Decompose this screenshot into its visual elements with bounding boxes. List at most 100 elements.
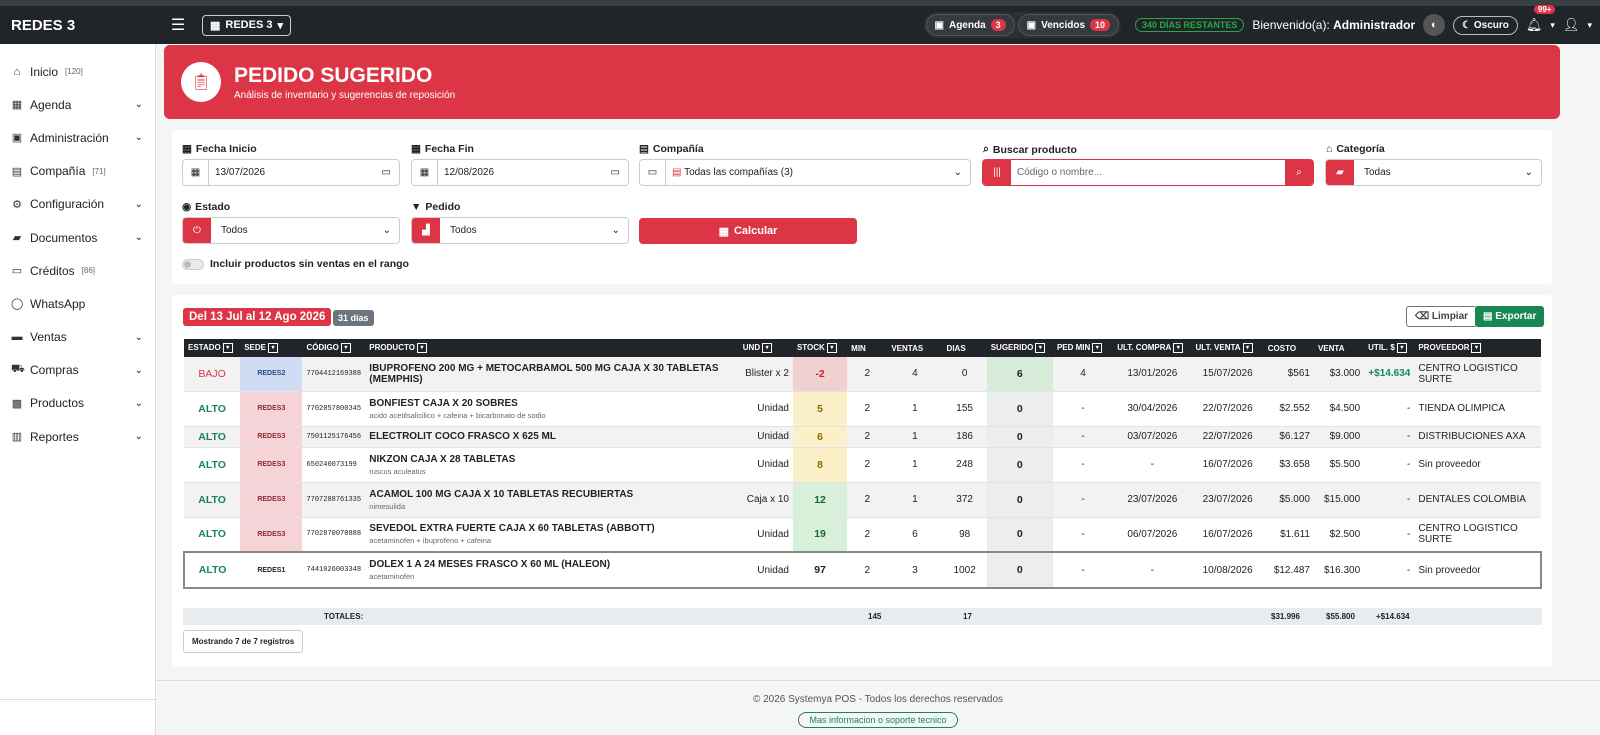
menu-toggle-icon[interactable]: ☰ [158,15,198,35]
filter-dropdown-icon[interactable]: ▾ [340,343,351,353]
table-row[interactable]: ALTO REDES3 650240073199 NIKZON CAJA X 2… [184,447,1541,483]
search-button-icon[interactable]: ⌕ [1285,160,1313,185]
user-icon[interactable]: 👤︎ [1563,17,1580,33]
table-row[interactable]: BAJO REDES2 7704412169388 IBUPROFENO 200… [184,357,1541,392]
filter-dropdown-icon[interactable]: ▾ [1035,343,1046,353]
column-header[interactable]: CÓDIGO ▾ [302,339,366,357]
categoria-select[interactable]: ▰ Todas ⌄ [1325,159,1542,186]
estado-select[interactable]: ⏻ Todos ⌄ [182,217,400,244]
table-row[interactable]: ALTO REDES3 7707288761335 ACAMOL 100 MG … [184,482,1541,518]
compania-label: ▤ Compañía [639,143,704,155]
filter-dropdown-icon[interactable]: ▾ [826,343,837,353]
compania-select[interactable]: ▭ ▤ Todas las compañías (3) ⌄ [639,159,971,186]
table-row[interactable]: ALTO REDES3 7501125176456 ELECTROLIT COC… [184,426,1541,448]
sidebar-item-productos[interactable]: ▩ Productos ⌄ [0,387,155,420]
column-header[interactable]: ULT. VENTA ▾ [1191,339,1264,357]
sidebar-item-ventas[interactable]: ▬ Ventas ⌄ [0,321,155,354]
agenda-button[interactable]: ▣ Agenda 3 [925,14,1015,36]
column-header[interactable]: ESTADO ▾ [184,339,241,357]
calcular-button[interactable]: ▦ Calcular [639,218,857,244]
ult-venta-cell: 16/07/2026 [1191,517,1264,553]
clear-label: Limpiar [1431,311,1469,322]
table-row[interactable]: ALTO REDES3 7702057800345 BONFIEST CAJA … [184,391,1541,427]
include-no-sales-toggle[interactable] [182,259,204,270]
footer: © 2026 Systemya POS - Todos los derechos… [156,680,1600,735]
sugerido-cell: 0 [986,391,1053,427]
filter-dropdown-icon[interactable]: ▾ [1173,343,1184,353]
sidebar-item-administracion[interactable]: ▣ Administración ⌄ [0,121,155,154]
agenda-count-badge: 3 [990,19,1006,31]
filter-dropdown-icon[interactable]: ▾ [762,343,773,353]
filter-dropdown-icon[interactable]: ▾ [1242,343,1253,353]
filter-dropdown-icon[interactable]: ▾ [268,343,279,353]
folder-icon: ▰ [12,232,22,245]
brand-name[interactable]: REDES 3 [0,17,158,34]
filter-dropdown-icon[interactable]: ▾ [1471,343,1482,353]
date-picker-icon[interactable]: ▭ [611,167,628,178]
sidebar-item-documentos[interactable]: ▰ Documentos ⌄ [0,221,155,254]
column-header[interactable]: PED MIN ▾ [1052,339,1114,357]
producto-cell: ACAMOL 100 MG CAJA X 10 TABLETAS RECUBIE… [365,482,739,518]
export-button[interactable]: ▤ Exportar [1475,306,1545,327]
buscar-input[interactable]: ||| Código o nombre... ⌕ [982,159,1314,186]
column-header[interactable]: COSTO [1263,339,1314,357]
pedido-select[interactable]: ▟ Todos ⌄ [411,217,629,244]
clear-button[interactable]: ⌫ Limpiar [1406,306,1478,327]
filter-dropdown-icon[interactable]: ▾ [1396,343,1407,353]
filter-dropdown-icon[interactable]: ▾ [416,343,427,353]
sidebar-item-configuracion[interactable]: ⚙ Configuración ⌄ [0,188,155,221]
chevron-down-icon: ⌄ [134,232,143,244]
column-header[interactable]: ULT. COMPRA ▾ [1113,339,1192,357]
sidebar-item-whatsapp[interactable]: ◯ WhatsApp [0,287,155,320]
copyright-text: © 2026 Systemya POS - Todos los derechos… [752,694,1004,705]
column-header[interactable]: VENTA [1313,339,1365,357]
sidebar-item-label: WhatsApp [30,296,86,311]
palette-icon[interactable]: ◐ [1423,14,1446,36]
producto-cell: ELECTROLIT COCO FRASCO X 625 ML [365,426,739,448]
sede-cell: REDES3 [240,482,303,518]
sidebar-item-reportes[interactable]: ▥ Reportes ⌄ [0,420,155,453]
sidebar-item-inicio[interactable]: ⌂ Inicio [120] [0,55,155,88]
dark-mode-toggle[interactable]: ☾ Oscuro [1453,15,1518,35]
table-row[interactable]: ALTO REDES1 7441026003348 DOLEX 1 A 24 M… [182,551,1542,589]
ult-venta-cell: 15/07/2026 [1191,357,1264,392]
pedido-value: Todos [450,225,477,236]
sidebar-item-compras[interactable]: ⛟ Compras ⌄ [0,354,155,387]
column-header[interactable]: PROVEEDOR ▾ [1414,339,1541,357]
date-picker-icon[interactable]: ▭ [382,167,399,178]
column-header[interactable]: UND ▾ [738,339,793,357]
column-header-label: VENTA [1317,343,1345,353]
totals-row: TOTALES: 145 17 $31.996 $55.800 +$14.634 [183,608,1542,625]
column-header[interactable]: DIAS [942,339,987,357]
welcome-text: Bienvenido(a): Administrador [1252,18,1415,32]
notifications-bell-icon[interactable]: 🔔︎ 99+ [1526,5,1556,33]
company-selector[interactable]: ▦ REDES 3 ▾ [202,14,292,36]
sidebar-item-agenda[interactable]: ▦ Agenda ⌄ [0,88,155,121]
page-title: PEDIDO SUGERIDO [234,63,433,87]
sidebar-item-compania[interactable]: ▤ Compañía [71] [0,155,155,188]
min-cell: 2 [847,551,888,589]
column-header[interactable]: UTIL. $ ▾ [1364,339,1415,357]
proveedor-cell: DENTALES COLOMBIA [1414,482,1541,518]
vencidos-button[interactable]: ▣ Vencidos 10 [1017,14,1120,36]
column-header[interactable]: VENTAS [887,339,943,357]
column-header[interactable]: SUGERIDO ▾ [986,339,1053,357]
column-header[interactable]: MIN [847,339,888,357]
store-icon: ▭ [640,160,666,185]
notifications-count-badge: 99+ [1533,5,1556,14]
fecha-inicio-value: 13/07/2026 [215,167,266,178]
column-header[interactable]: SEDE ▾ [240,339,303,357]
table-row[interactable]: ALTO REDES3 7702870070888 SEVEDOL EXTRA … [184,517,1541,553]
sidebar-item-creditos[interactable]: ▭ Créditos [86] [0,254,155,287]
fecha-fin-input[interactable]: ▦ 12/08/2026 ▭ [411,159,629,186]
stock-cell: -2 [792,357,848,392]
fecha-inicio-input[interactable]: ▦ 13/07/2026 ▭ [182,159,400,186]
column-header[interactable]: PRODUCTO ▾ [365,339,739,357]
filter-dropdown-icon[interactable]: ▾ [222,343,233,353]
util-cell: - [1364,447,1415,483]
chevron-down-icon: ⌄ [134,198,143,210]
filter-dropdown-icon[interactable]: ▾ [1092,343,1103,353]
column-header[interactable]: STOCK ▾ [792,339,848,357]
eraser-icon: ⌫ [1415,311,1430,322]
support-link[interactable]: Mas informacion o soporte tecnico [798,712,958,728]
